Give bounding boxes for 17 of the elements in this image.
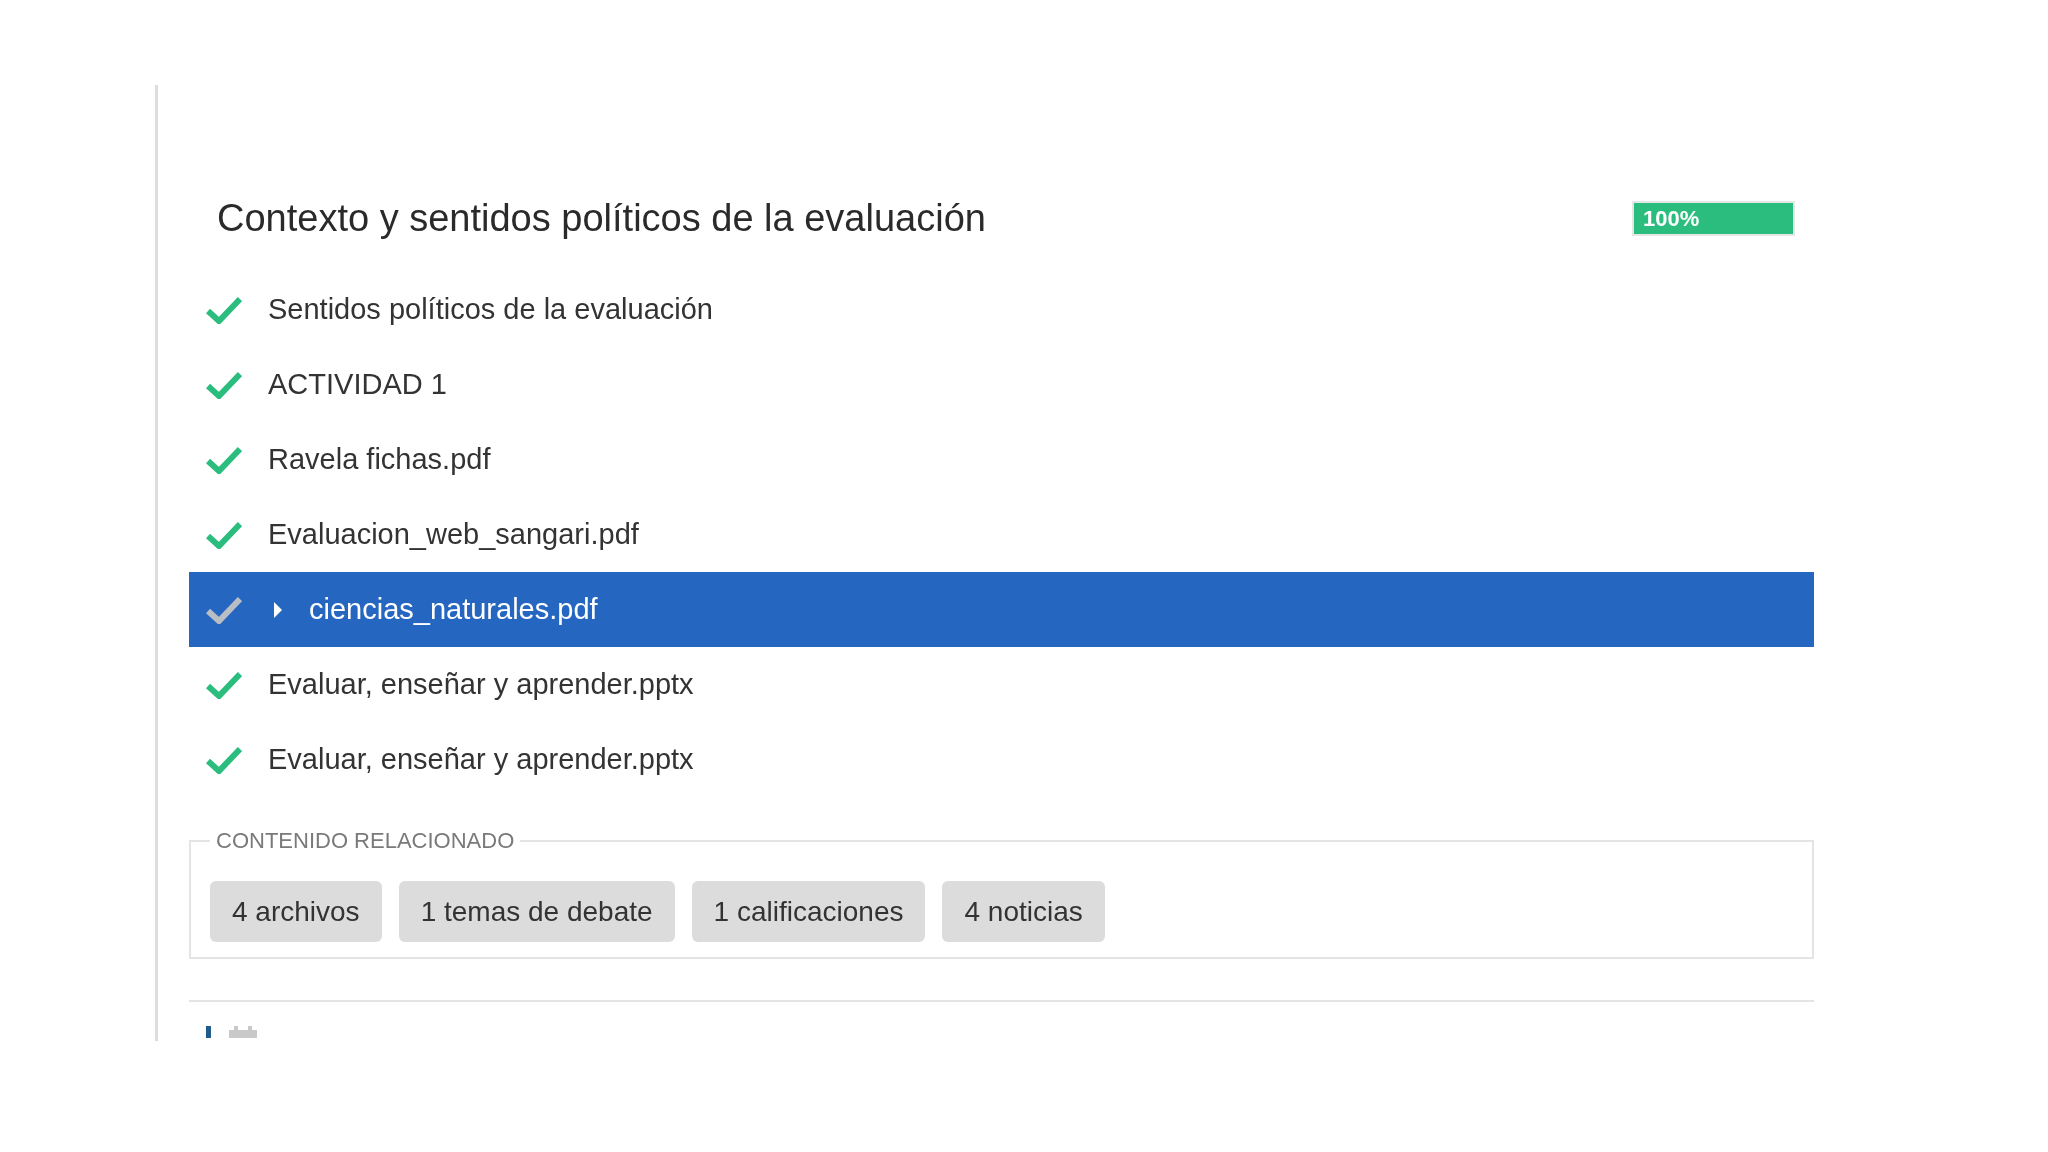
section-marker	[206, 1026, 211, 1038]
related-content-button[interactable]: 1 calificaciones	[691, 881, 926, 942]
related-content-button[interactable]: 1 temas de debate	[398, 881, 675, 942]
related-content-button[interactable]: 4 noticias	[942, 881, 1105, 942]
section-title: Contexto y sentidos políticos de la evaluación	[217, 196, 986, 241]
list-item[interactable]: Evaluacion_web_sangari.pdf	[189, 497, 1814, 572]
related-content-legend: CONTENIDO RELACIONADO	[210, 830, 521, 852]
list-item[interactable]: Evaluar, enseñar y aprender.pptx	[189, 647, 1814, 722]
progress-label: 100%	[1643, 204, 1700, 233]
list-item[interactable]: Ravela fichas.pdf	[189, 422, 1814, 497]
calendar-icon	[229, 1026, 257, 1038]
list-item[interactable]: ACTIVIDAD 1	[189, 347, 1814, 422]
list-item[interactable]: ciencias_naturales.pdf	[189, 572, 1814, 647]
related-content-button[interactable]: 4 archivos	[210, 881, 382, 942]
list-item[interactable]: Evaluar, enseñar y aprender.pptx	[189, 722, 1814, 797]
list-item[interactable]: Sentidos políticos de la evaluación	[189, 272, 1814, 347]
caret-icon	[274, 601, 282, 618]
